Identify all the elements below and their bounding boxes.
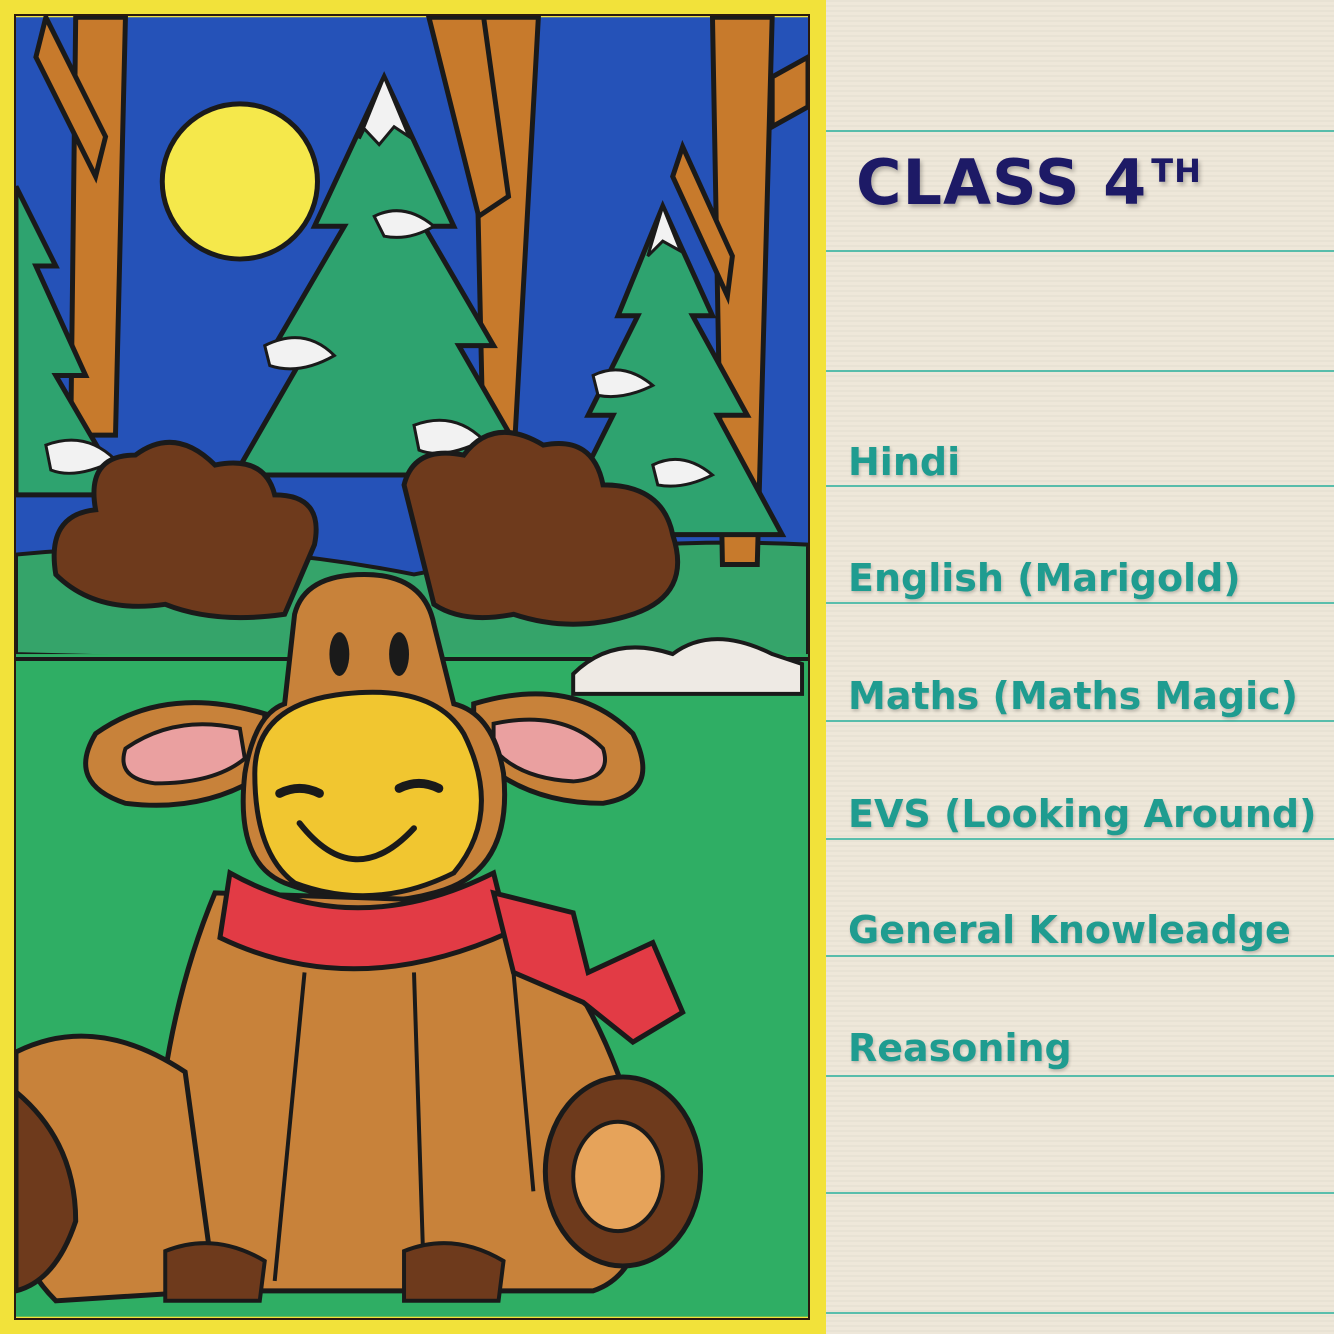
ruled-line — [826, 1075, 1334, 1077]
page-title: CLASS 4 TH — [856, 146, 1202, 219]
illustration-frame — [0, 0, 826, 1334]
subject-maths[interactable]: Maths (Maths Magic) — [848, 674, 1298, 718]
ruled-line — [826, 955, 1334, 957]
notebook-panel: CLASS 4 TH Hindi English (Marigold) Maths… — [826, 0, 1334, 1334]
class-title: CLASS 4 — [856, 146, 1148, 219]
moose-illustration — [14, 14, 810, 1320]
ruled-line — [826, 1312, 1334, 1314]
ruled-line — [826, 720, 1334, 722]
ruled-line — [826, 602, 1334, 604]
subject-evs[interactable]: EVS (Looking Around) — [848, 792, 1316, 836]
ruled-line — [826, 250, 1334, 252]
ruled-line — [826, 130, 1334, 132]
subject-english[interactable]: English (Marigold) — [848, 556, 1241, 600]
subject-hindi[interactable]: Hindi — [848, 440, 960, 484]
ruled-line — [826, 1192, 1334, 1194]
ruled-line — [826, 838, 1334, 840]
subject-general-knowledge[interactable]: General Knowleadge — [848, 908, 1291, 952]
moon-icon — [159, 101, 320, 262]
ruled-line — [826, 370, 1334, 372]
ruled-line — [826, 485, 1334, 487]
eye-right — [389, 632, 410, 676]
subject-reasoning[interactable]: Reasoning — [848, 1026, 1072, 1070]
eye-left — [329, 632, 350, 676]
class-title-suffix: TH — [1151, 152, 1202, 190]
